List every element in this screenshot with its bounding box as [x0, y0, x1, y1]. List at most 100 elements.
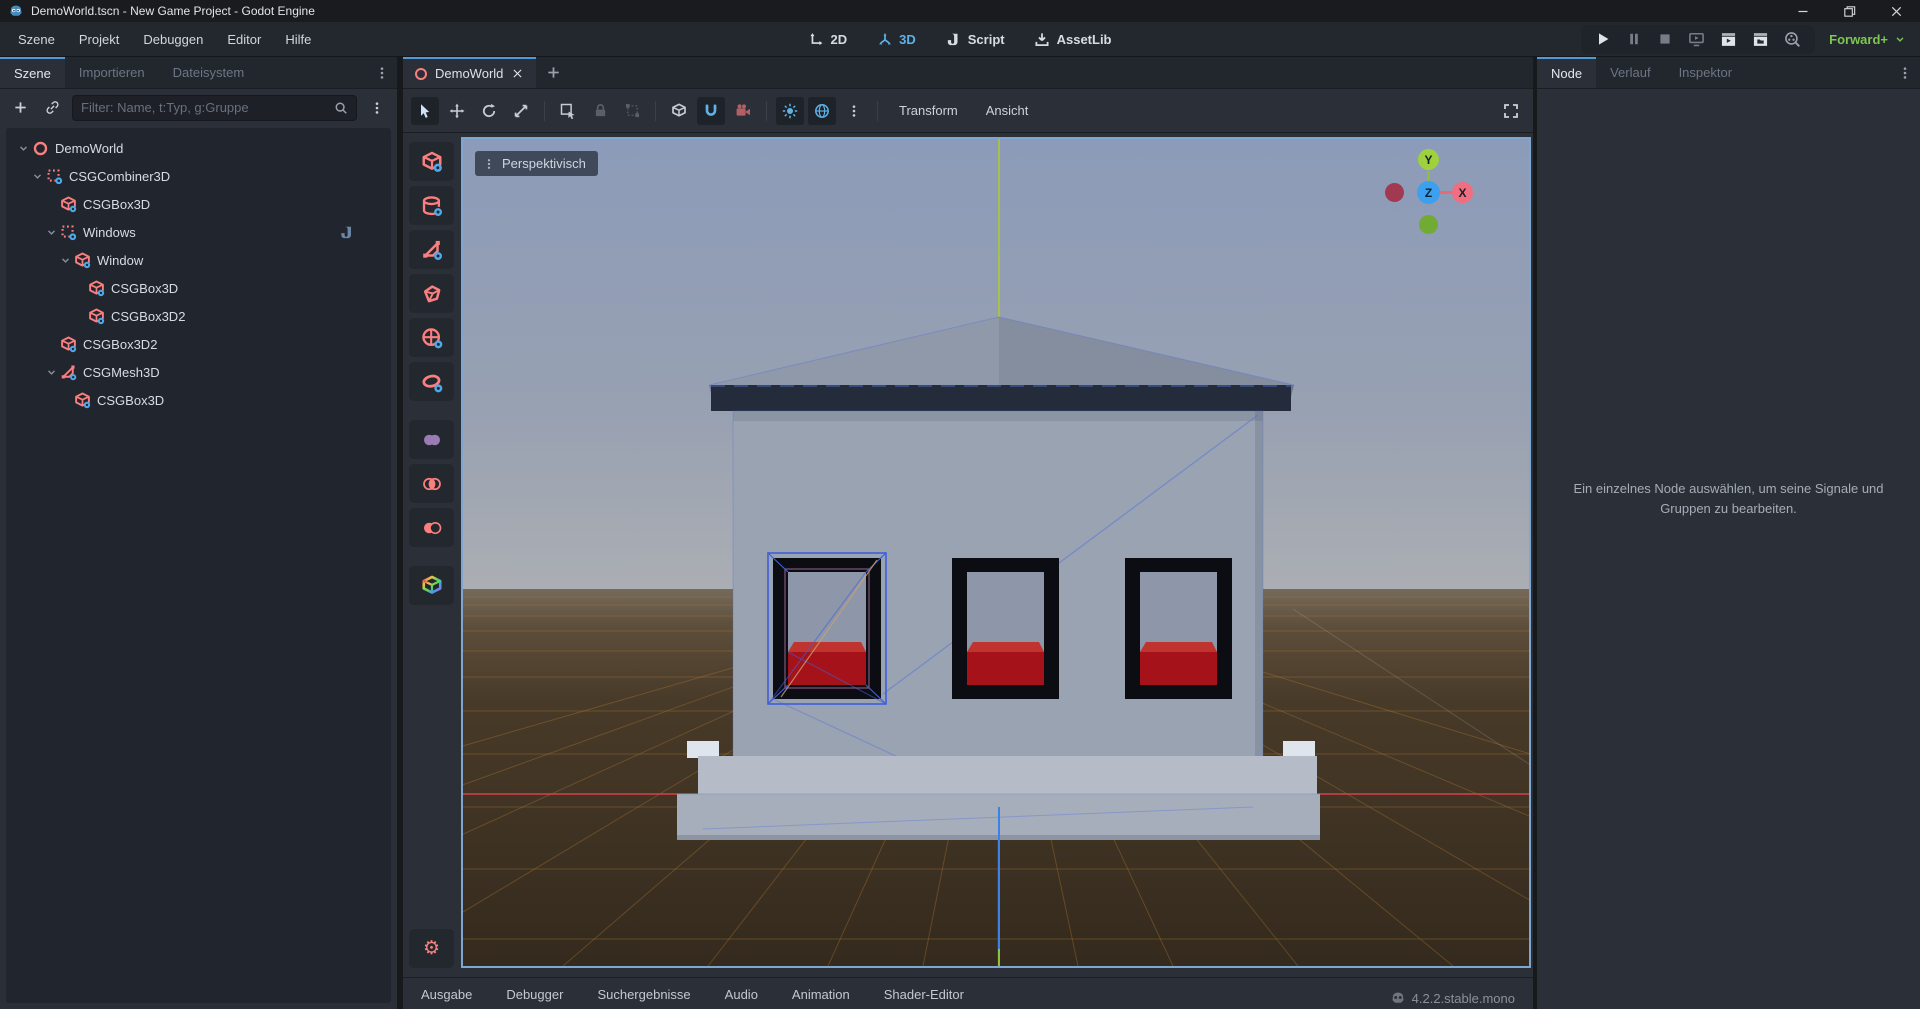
tree-row-csgbox3d2[interactable]: CSGBox3D2: [6, 330, 391, 358]
movie-maker-mode-button[interactable]: [1784, 31, 1801, 48]
gridmap-button[interactable]: [409, 566, 454, 605]
menu-debuggen[interactable]: Debuggen: [131, 26, 215, 53]
dock-options-button[interactable]: [367, 57, 397, 88]
visibility-eye-icon[interactable]: [364, 224, 381, 241]
tab-szene[interactable]: Szene: [0, 57, 65, 88]
collapse-arrow-icon[interactable]: [30, 170, 45, 182]
menu-projekt[interactable]: Projekt: [67, 26, 131, 53]
axis-gizmo[interactable]: Y X Z: [1381, 145, 1477, 241]
tree-row-csgbox3d2[interactable]: CSGBox3D2: [6, 302, 391, 330]
csg-box-button[interactable]: [409, 142, 454, 181]
tree-row-demoworld[interactable]: DemoWorld: [6, 134, 391, 162]
play-remote-debug-button[interactable]: [1688, 31, 1705, 48]
visibility-eye-icon[interactable]: [364, 168, 381, 185]
projection-menu[interactable]: Perspektivisch: [475, 151, 598, 176]
tab-node[interactable]: Node: [1537, 57, 1596, 88]
rotate-tool-button[interactable]: [475, 97, 503, 125]
move-tool-button[interactable]: [443, 97, 471, 125]
workspace-3d[interactable]: 3D: [877, 32, 916, 47]
tree-row-csgmesh3d[interactable]: CSGMesh3D: [6, 358, 391, 386]
workspace-2d[interactable]: 2D: [809, 32, 848, 47]
collapse-arrow-icon[interactable]: [16, 142, 31, 154]
tree-row-csgcombiner3d[interactable]: CSGCombiner3D: [6, 162, 391, 190]
collapse-arrow-icon[interactable]: [44, 366, 59, 378]
attached-script-icon[interactable]: [339, 225, 354, 240]
new-scene-tab-button[interactable]: [536, 57, 570, 88]
menu-szene[interactable]: Szene: [6, 26, 67, 53]
csg-mesh-button[interactable]: [409, 230, 454, 269]
tab-verlauf[interactable]: Verlauf: [1596, 57, 1664, 88]
play-custom-scene-button[interactable]: [1752, 31, 1769, 48]
csg-union-button[interactable]: [409, 420, 454, 459]
bottom-tab-debugger[interactable]: Debugger: [506, 978, 563, 1009]
visibility-eye-icon[interactable]: [364, 196, 381, 213]
bottom-tab-audio[interactable]: Audio: [725, 978, 758, 1009]
select-tool-button[interactable]: [411, 97, 439, 125]
pause-button[interactable]: [1626, 31, 1642, 47]
local-space-button[interactable]: [665, 97, 693, 125]
tab-importieren[interactable]: Importieren: [65, 57, 159, 88]
snap-toggle-button[interactable]: [697, 97, 725, 125]
csg-sphere-button[interactable]: [409, 318, 454, 357]
visibility-eye-icon[interactable]: [364, 308, 381, 325]
scale-tool-button[interactable]: [507, 97, 535, 125]
viewport-3d[interactable]: Perspektivisch Y X Z: [461, 137, 1531, 968]
tree-row-window[interactable]: Window: [6, 246, 391, 274]
gizmo-x-negative[interactable]: [1385, 183, 1404, 202]
bottom-tab-animation[interactable]: Animation: [792, 978, 850, 1009]
tree-row-csgbox3d[interactable]: CSGBox3D: [6, 274, 391, 302]
visibility-eye-icon[interactable]: [364, 140, 381, 157]
bottom-tab-ausgabe[interactable]: Ausgabe: [421, 978, 472, 1009]
workspace-assetlib[interactable]: AssetLib: [1035, 32, 1112, 47]
close-scene-icon[interactable]: [511, 67, 524, 80]
visibility-eye-icon[interactable]: [364, 392, 381, 409]
bottom-tab-shader-editor[interactable]: Shader-Editor: [884, 978, 964, 1009]
visibility-eye-icon[interactable]: [364, 364, 381, 381]
group-selected-button[interactable]: [618, 97, 646, 125]
tab-inspektor[interactable]: Inspektor: [1665, 57, 1746, 88]
tree-options-button[interactable]: [365, 96, 389, 120]
add-node-button[interactable]: [8, 96, 32, 120]
transform-menu[interactable]: Transform: [887, 103, 970, 118]
tree-row-csgbox3d[interactable]: CSGBox3D: [6, 190, 391, 218]
gizmo-y-negative[interactable]: [1419, 215, 1438, 234]
csg-polygon-button[interactable]: [409, 274, 454, 313]
tree-row-windows[interactable]: Windows: [6, 218, 391, 246]
scene-filter-input[interactable]: [81, 100, 328, 115]
csg-cylinder-button[interactable]: [409, 186, 454, 225]
close-button[interactable]: [1873, 0, 1920, 22]
scene-tab-demoworld[interactable]: DemoWorld: [403, 57, 536, 88]
collapse-arrow-icon[interactable]: [44, 226, 59, 238]
tree-row-csgbox3d[interactable]: CSGBox3D: [6, 386, 391, 414]
preview-options-button[interactable]: [840, 97, 868, 125]
settings-gear-button[interactable]: ⚙: [409, 929, 454, 968]
view-menu[interactable]: Ansicht: [974, 103, 1041, 118]
dock-options-button[interactable]: [1890, 57, 1920, 88]
instance-scene-button[interactable]: [40, 96, 64, 120]
preview-sunlight-button[interactable]: [776, 97, 804, 125]
expand-viewport-button[interactable]: [1497, 97, 1525, 125]
list-select-button[interactable]: [554, 97, 582, 125]
renderer-selector[interactable]: Forward+: [1829, 32, 1906, 47]
gizmo-x-positive[interactable]: X: [1452, 182, 1473, 203]
visibility-eye-icon[interactable]: [364, 252, 381, 269]
csg-intersection-button[interactable]: [409, 464, 454, 503]
csg-torus-button[interactable]: [409, 362, 454, 401]
gizmo-y-positive[interactable]: Y: [1418, 149, 1439, 170]
gizmo-z-positive[interactable]: Z: [1417, 181, 1440, 204]
preview-environment-button[interactable]: [808, 97, 836, 125]
stop-button[interactable]: [1657, 31, 1673, 47]
visibility-eye-icon[interactable]: [364, 336, 381, 353]
workspace-script[interactable]: Script: [946, 32, 1005, 47]
menu-editor[interactable]: Editor: [215, 26, 273, 53]
visibility-eye-icon[interactable]: [364, 280, 381, 297]
minimize-button[interactable]: [1779, 0, 1826, 22]
play-button[interactable]: [1595, 31, 1611, 47]
bottom-tab-suchergebnisse[interactable]: Suchergebnisse: [597, 978, 690, 1009]
lock-selected-button[interactable]: [586, 97, 614, 125]
camera-preview-button[interactable]: [729, 97, 757, 125]
tab-dateisystem[interactable]: Dateisystem: [159, 57, 259, 88]
restore-button[interactable]: [1826, 0, 1873, 22]
play-scene-button[interactable]: [1720, 31, 1737, 48]
csg-subtraction-button[interactable]: [409, 508, 454, 547]
